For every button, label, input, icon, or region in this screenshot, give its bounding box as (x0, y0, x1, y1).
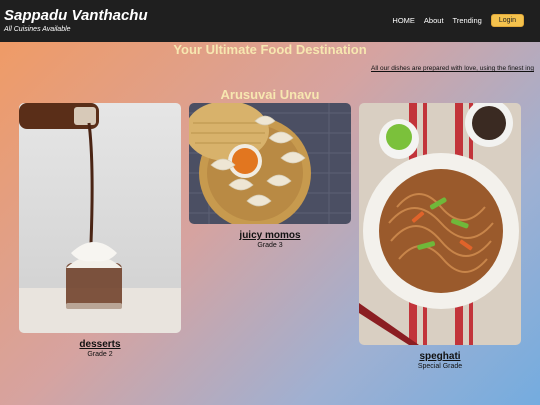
desserts-image (19, 103, 181, 333)
speghati-image (359, 103, 521, 345)
card-grade-speghati: Special Grade (417, 363, 463, 370)
nav-link-home[interactable]: HOME (392, 16, 415, 25)
food-card-juicy-momos[interactable]: juicy momos Grade 3 (189, 103, 351, 249)
momos-image (189, 103, 351, 224)
login-button[interactable]: Login (490, 14, 524, 27)
brand-tagline: All Cuisines Available (4, 26, 71, 33)
food-card-desserts[interactable]: desserts Grade 2 (19, 103, 181, 358)
brand-logo-text[interactable]: Sappadu Vanthachu (4, 7, 148, 24)
card-title-speghati[interactable]: speghati (359, 351, 521, 362)
hero-title: Your Ultimate Food Destination (173, 42, 367, 57)
nav-link-trending[interactable]: Trending (453, 16, 482, 25)
card-title-juicy-momos[interactable]: juicy momos (189, 230, 351, 241)
section-title: Arusuvai Unavu (220, 87, 320, 102)
card-grade-juicy-momos: Grade 3 (257, 242, 283, 249)
card-grade-desserts: Grade 2 (87, 351, 113, 358)
food-card-speghati[interactable]: speghati Special Grade (359, 103, 521, 370)
nav-links: HOME About Trending Login (383, 14, 524, 27)
nav-link-about[interactable]: About (424, 16, 444, 25)
top-navbar: Sappadu Vanthachu All Cuisines Available… (0, 0, 540, 42)
card-title-desserts[interactable]: desserts (19, 339, 181, 350)
marquee-text: All our dishes are prepared with love, u… (371, 65, 534, 72)
